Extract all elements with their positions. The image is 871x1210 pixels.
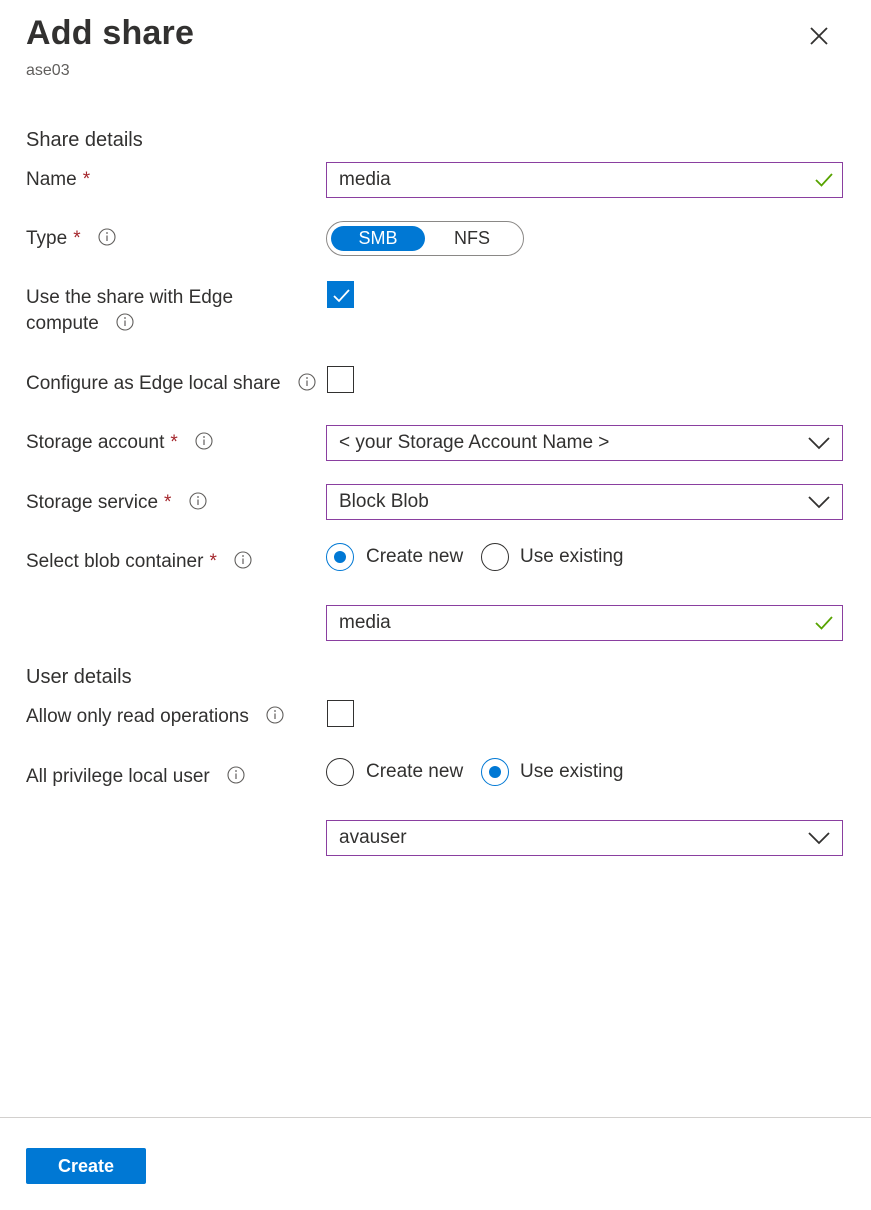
- section-user-details: User details: [26, 666, 132, 688]
- storage-account-label-text: Storage account: [26, 432, 165, 453]
- type-option-nfs[interactable]: NFS: [425, 226, 519, 251]
- required-marker: *: [164, 492, 172, 513]
- type-toggle[interactable]: SMB NFS: [326, 221, 524, 256]
- storage-account-dropdown[interactable]: < your Storage Account Name >: [326, 425, 843, 461]
- close-icon: [810, 27, 828, 45]
- storage-service-dropdown[interactable]: Block Blob: [326, 484, 843, 520]
- type-option-smb[interactable]: SMB: [331, 226, 425, 251]
- name-label: Name *: [26, 167, 90, 193]
- section-share-details: Share details: [26, 129, 143, 151]
- blob-container-use-existing-radio[interactable]: [481, 543, 509, 571]
- required-marker: *: [170, 432, 178, 453]
- blob-container-name-input[interactable]: media: [326, 605, 843, 641]
- edge-compute-label-line2: compute: [26, 313, 99, 334]
- panel-subtitle: ase03: [26, 62, 70, 79]
- read-only-checkbox[interactable]: [327, 700, 354, 727]
- storage-account-label: Storage account *: [26, 430, 213, 456]
- checkmark-icon: [815, 173, 833, 187]
- storage-service-value: Block Blob: [339, 491, 429, 512]
- edge-compute-checkbox[interactable]: [327, 281, 354, 308]
- blob-container-label-text: Select blob container: [26, 551, 204, 572]
- read-only-label-text: Allow only read operations: [26, 706, 249, 727]
- blob-container-create-new-label[interactable]: Create new: [366, 543, 463, 571]
- edge-local-label-text: Configure as Edge local share: [26, 373, 281, 394]
- storage-service-label: Storage service *: [26, 490, 207, 516]
- blob-container-name-value: media: [339, 612, 391, 633]
- edge-local-checkbox[interactable]: [327, 366, 354, 393]
- footer-divider: [0, 1117, 871, 1118]
- edge-compute-label-line1: Use the share with Edge: [26, 287, 234, 308]
- info-icon[interactable]: [234, 551, 252, 569]
- name-input[interactable]: media: [326, 162, 843, 198]
- type-label-text: Type: [26, 228, 68, 249]
- blob-container-use-existing-label[interactable]: Use existing: [520, 543, 624, 571]
- close-button[interactable]: [803, 20, 835, 52]
- read-only-label: Allow only read operations: [26, 704, 284, 730]
- local-user-label-text: All privilege local user: [26, 766, 210, 787]
- edge-compute-label: Use the share with Edge compute: [26, 285, 233, 337]
- required-marker: *: [209, 551, 217, 572]
- info-icon[interactable]: [98, 228, 116, 246]
- info-icon[interactable]: [227, 766, 245, 784]
- blob-container-radio-group: Create new Use existing: [326, 543, 646, 571]
- chevron-down-icon: [808, 496, 830, 509]
- info-icon[interactable]: [189, 492, 207, 510]
- blob-container-label: Select blob container *: [26, 549, 252, 575]
- name-label-text: Name: [26, 169, 77, 190]
- edge-local-label: Configure as Edge local share: [26, 371, 316, 397]
- checkmark-icon: [333, 289, 350, 303]
- storage-account-value: < your Storage Account Name >: [339, 432, 610, 453]
- info-icon[interactable]: [266, 706, 284, 724]
- local-user-dropdown[interactable]: avauser: [326, 820, 843, 856]
- panel-title: Add share: [26, 14, 195, 52]
- local-user-radio-group: Create new Use existing: [326, 758, 646, 786]
- local-user-label: All privilege local user: [26, 764, 245, 790]
- local-user-use-existing-label[interactable]: Use existing: [520, 758, 624, 786]
- local-user-value: avauser: [339, 827, 407, 848]
- chevron-down-icon: [808, 832, 830, 845]
- required-marker: *: [73, 228, 81, 249]
- required-marker: *: [82, 169, 91, 190]
- chevron-down-icon: [808, 437, 830, 450]
- type-label: Type *: [26, 226, 116, 252]
- blob-container-create-new-radio[interactable]: [326, 543, 354, 571]
- info-icon[interactable]: [195, 432, 213, 450]
- local-user-create-new-label[interactable]: Create new: [366, 758, 463, 786]
- local-user-use-existing-radio[interactable]: [481, 758, 509, 786]
- local-user-create-new-radio[interactable]: [326, 758, 354, 786]
- edge-compute-label-line2-row: compute: [26, 311, 233, 337]
- checkmark-icon: [815, 616, 833, 630]
- info-icon[interactable]: [116, 313, 134, 331]
- create-button[interactable]: Create: [26, 1148, 146, 1184]
- name-input-value: media: [339, 169, 391, 190]
- storage-service-label-text: Storage service: [26, 492, 159, 513]
- info-icon[interactable]: [298, 373, 316, 391]
